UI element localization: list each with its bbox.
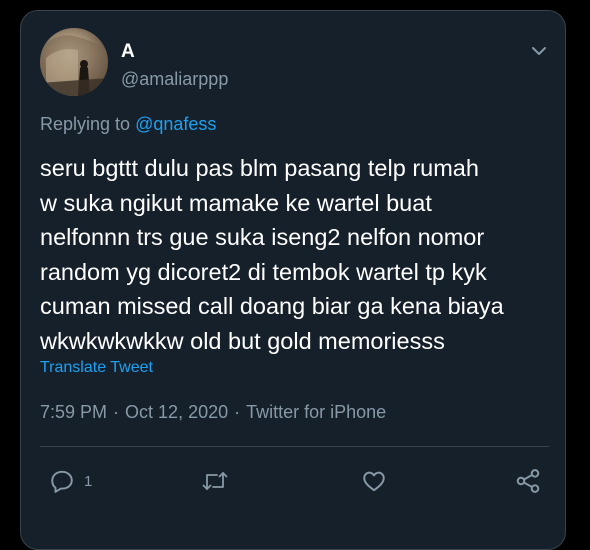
share-button[interactable] bbox=[514, 466, 542, 496]
like-button[interactable] bbox=[360, 466, 388, 496]
reply-count: 1 bbox=[84, 472, 93, 490]
tweet-meta: 7:59 PM · Oct 12, 2020 · Twitter for iPhone bbox=[40, 401, 386, 423]
tweet-text-line: seru bgttt dulu pas blm pasang telp ruma… bbox=[40, 155, 479, 181]
chevron-down-icon[interactable] bbox=[529, 41, 549, 61]
divider bbox=[40, 446, 549, 447]
like-icon bbox=[360, 468, 388, 494]
replying-to: Replying to @qnafess bbox=[40, 113, 216, 135]
share-icon bbox=[514, 467, 542, 495]
display-name[interactable]: A bbox=[121, 41, 135, 63]
action-bar: 1 bbox=[21, 466, 565, 496]
reply-icon bbox=[49, 468, 75, 494]
tweet-text-line: random yg dicoret2 di tembok wartel tp k… bbox=[40, 258, 487, 285]
translate-tweet-link[interactable]: Translate Tweet bbox=[40, 358, 153, 378]
tweet-text-line: nelfonnn trs gue suka iseng2 nelfon nomo… bbox=[40, 224, 485, 251]
tweet-text-line: cuman missed call doang biar ga kena bia… bbox=[40, 293, 504, 320]
tweet-time[interactable]: 7:59 PM bbox=[40, 402, 107, 422]
meta-separator: · bbox=[113, 402, 120, 422]
avatar[interactable] bbox=[40, 28, 108, 96]
tweet-card: A @amaliarppp Replying to @qnafess seru … bbox=[20, 10, 566, 550]
tweet-text: seru bgttt dulu pas blm pasang telp ruma… bbox=[40, 151, 550, 359]
mention-link[interactable]: @qnafess bbox=[135, 114, 216, 134]
reply-button[interactable]: 1 bbox=[49, 466, 92, 496]
meta-separator: · bbox=[234, 402, 241, 422]
tweet-text-line: w suka ngikut mamake ke wartel buat bbox=[40, 189, 432, 216]
retweet-button[interactable] bbox=[201, 466, 229, 496]
retweet-icon bbox=[201, 468, 229, 494]
user-handle[interactable]: @amaliarppp bbox=[121, 68, 228, 90]
replying-prefix: Replying to bbox=[40, 114, 131, 134]
tweet-text-line: wkwkwkwkkw old but gold memoriesss bbox=[40, 327, 445, 354]
avatar-image bbox=[40, 35, 108, 96]
tweet-date[interactable]: Oct 12, 2020 bbox=[125, 402, 228, 422]
tweet-source[interactable]: Twitter for iPhone bbox=[246, 402, 386, 422]
